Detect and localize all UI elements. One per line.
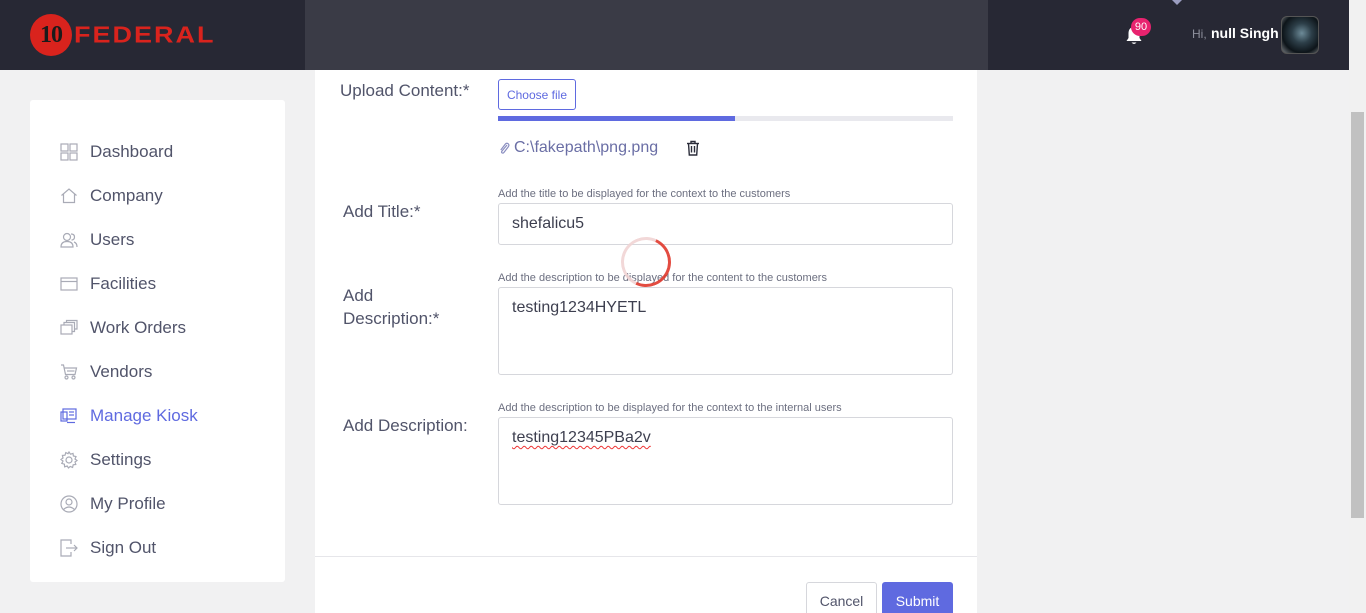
submit-button[interactable]: Submit (882, 582, 953, 613)
grid-icon (60, 143, 78, 161)
upload-content-label: Upload Content:* (340, 81, 470, 100)
internal-description-textarea[interactable]: testing12345PBa2v (498, 417, 953, 505)
choose-file-button[interactable]: Choose file (498, 79, 576, 110)
trash-icon[interactable] (686, 140, 700, 156)
sidebar-item-label: Dashboard (90, 142, 174, 161)
sidebar-item-label: Sign Out (90, 538, 157, 557)
sidebar-item-vendors[interactable]: Vendors (60, 360, 152, 384)
kiosk-icon (60, 408, 77, 424)
cart-icon (61, 364, 78, 380)
scrollbar-thumb[interactable] (1351, 112, 1364, 518)
sidebar-item-facilities[interactable]: Facilities (60, 272, 156, 296)
home-icon (61, 188, 77, 204)
paperclip-icon (500, 142, 510, 154)
sidebar-item-label: Users (90, 230, 135, 249)
gear-icon (60, 451, 78, 469)
sidebar-item-label: Work Orders (90, 318, 187, 337)
top-bar-center (305, 0, 988, 70)
title-label: Add Title:* (343, 202, 421, 221)
work-orders-icon (60, 319, 78, 335)
sidebar: Dashboard Company Users Facilities Work … (30, 100, 285, 582)
form-footer-divider (315, 556, 977, 557)
logo-text: FEDERAL (74, 21, 216, 48)
sidebar-item-label: Vendors (90, 362, 153, 381)
facilities-icon (60, 277, 78, 291)
sidebar-item-my-profile[interactable]: My Profile (60, 492, 166, 516)
greeting: Hi, (1192, 27, 1207, 41)
logo[interactable]: 10 FEDERAL (30, 14, 216, 56)
sidebar-item-label: My Profile (90, 494, 166, 513)
sidebar-item-dashboard[interactable]: Dashboard (60, 140, 173, 164)
title-hint: Add the title to be displayed for the co… (498, 188, 791, 200)
avatar[interactable] (1281, 16, 1319, 54)
cancel-button[interactable]: Cancel (806, 582, 877, 613)
sidebar-item-manage-kiosk[interactable]: Manage Kiosk (60, 404, 198, 428)
sidebar-item-users[interactable]: Users (60, 228, 134, 252)
profile-icon (60, 495, 78, 513)
notification-badge[interactable]: 90 (1131, 18, 1151, 36)
sidebar-item-label: Company (90, 186, 163, 205)
internal-description-value: testing12345PBa2v (512, 429, 651, 446)
upload-progress-fill (498, 116, 735, 121)
users-icon (60, 232, 78, 248)
sidebar-item-work-orders[interactable]: Work Orders (60, 316, 186, 340)
description-textarea[interactable]: testing1234HYETL (498, 287, 953, 375)
uploaded-file: C:\fakepath\png.png (498, 137, 658, 159)
title-input[interactable]: shefalicu5 (498, 203, 953, 245)
sidebar-item-label: Manage Kiosk (90, 406, 198, 425)
user-name[interactable]: null Singh (1211, 25, 1279, 41)
description-label-line2: Description:* (343, 309, 440, 328)
sidebar-item-settings[interactable]: Settings (60, 448, 151, 472)
sidebar-item-sign-out[interactable]: Sign Out (60, 536, 156, 560)
sidebar-item-label: Facilities (90, 274, 157, 293)
internal-description-hint: Add the description to be displayed for … (498, 402, 842, 414)
logo-badge: 10 (30, 14, 72, 56)
sidebar-item-company[interactable]: Company (60, 184, 163, 208)
file-name: C:\fakepath\png.png (514, 139, 659, 156)
internal-description-label: Add Description: (343, 416, 468, 435)
sidebar-item-label: Settings (90, 450, 152, 469)
chevron-down-icon (1172, 0, 1182, 5)
description-label-line1: Add (343, 286, 374, 305)
sign-out-icon (60, 539, 78, 557)
